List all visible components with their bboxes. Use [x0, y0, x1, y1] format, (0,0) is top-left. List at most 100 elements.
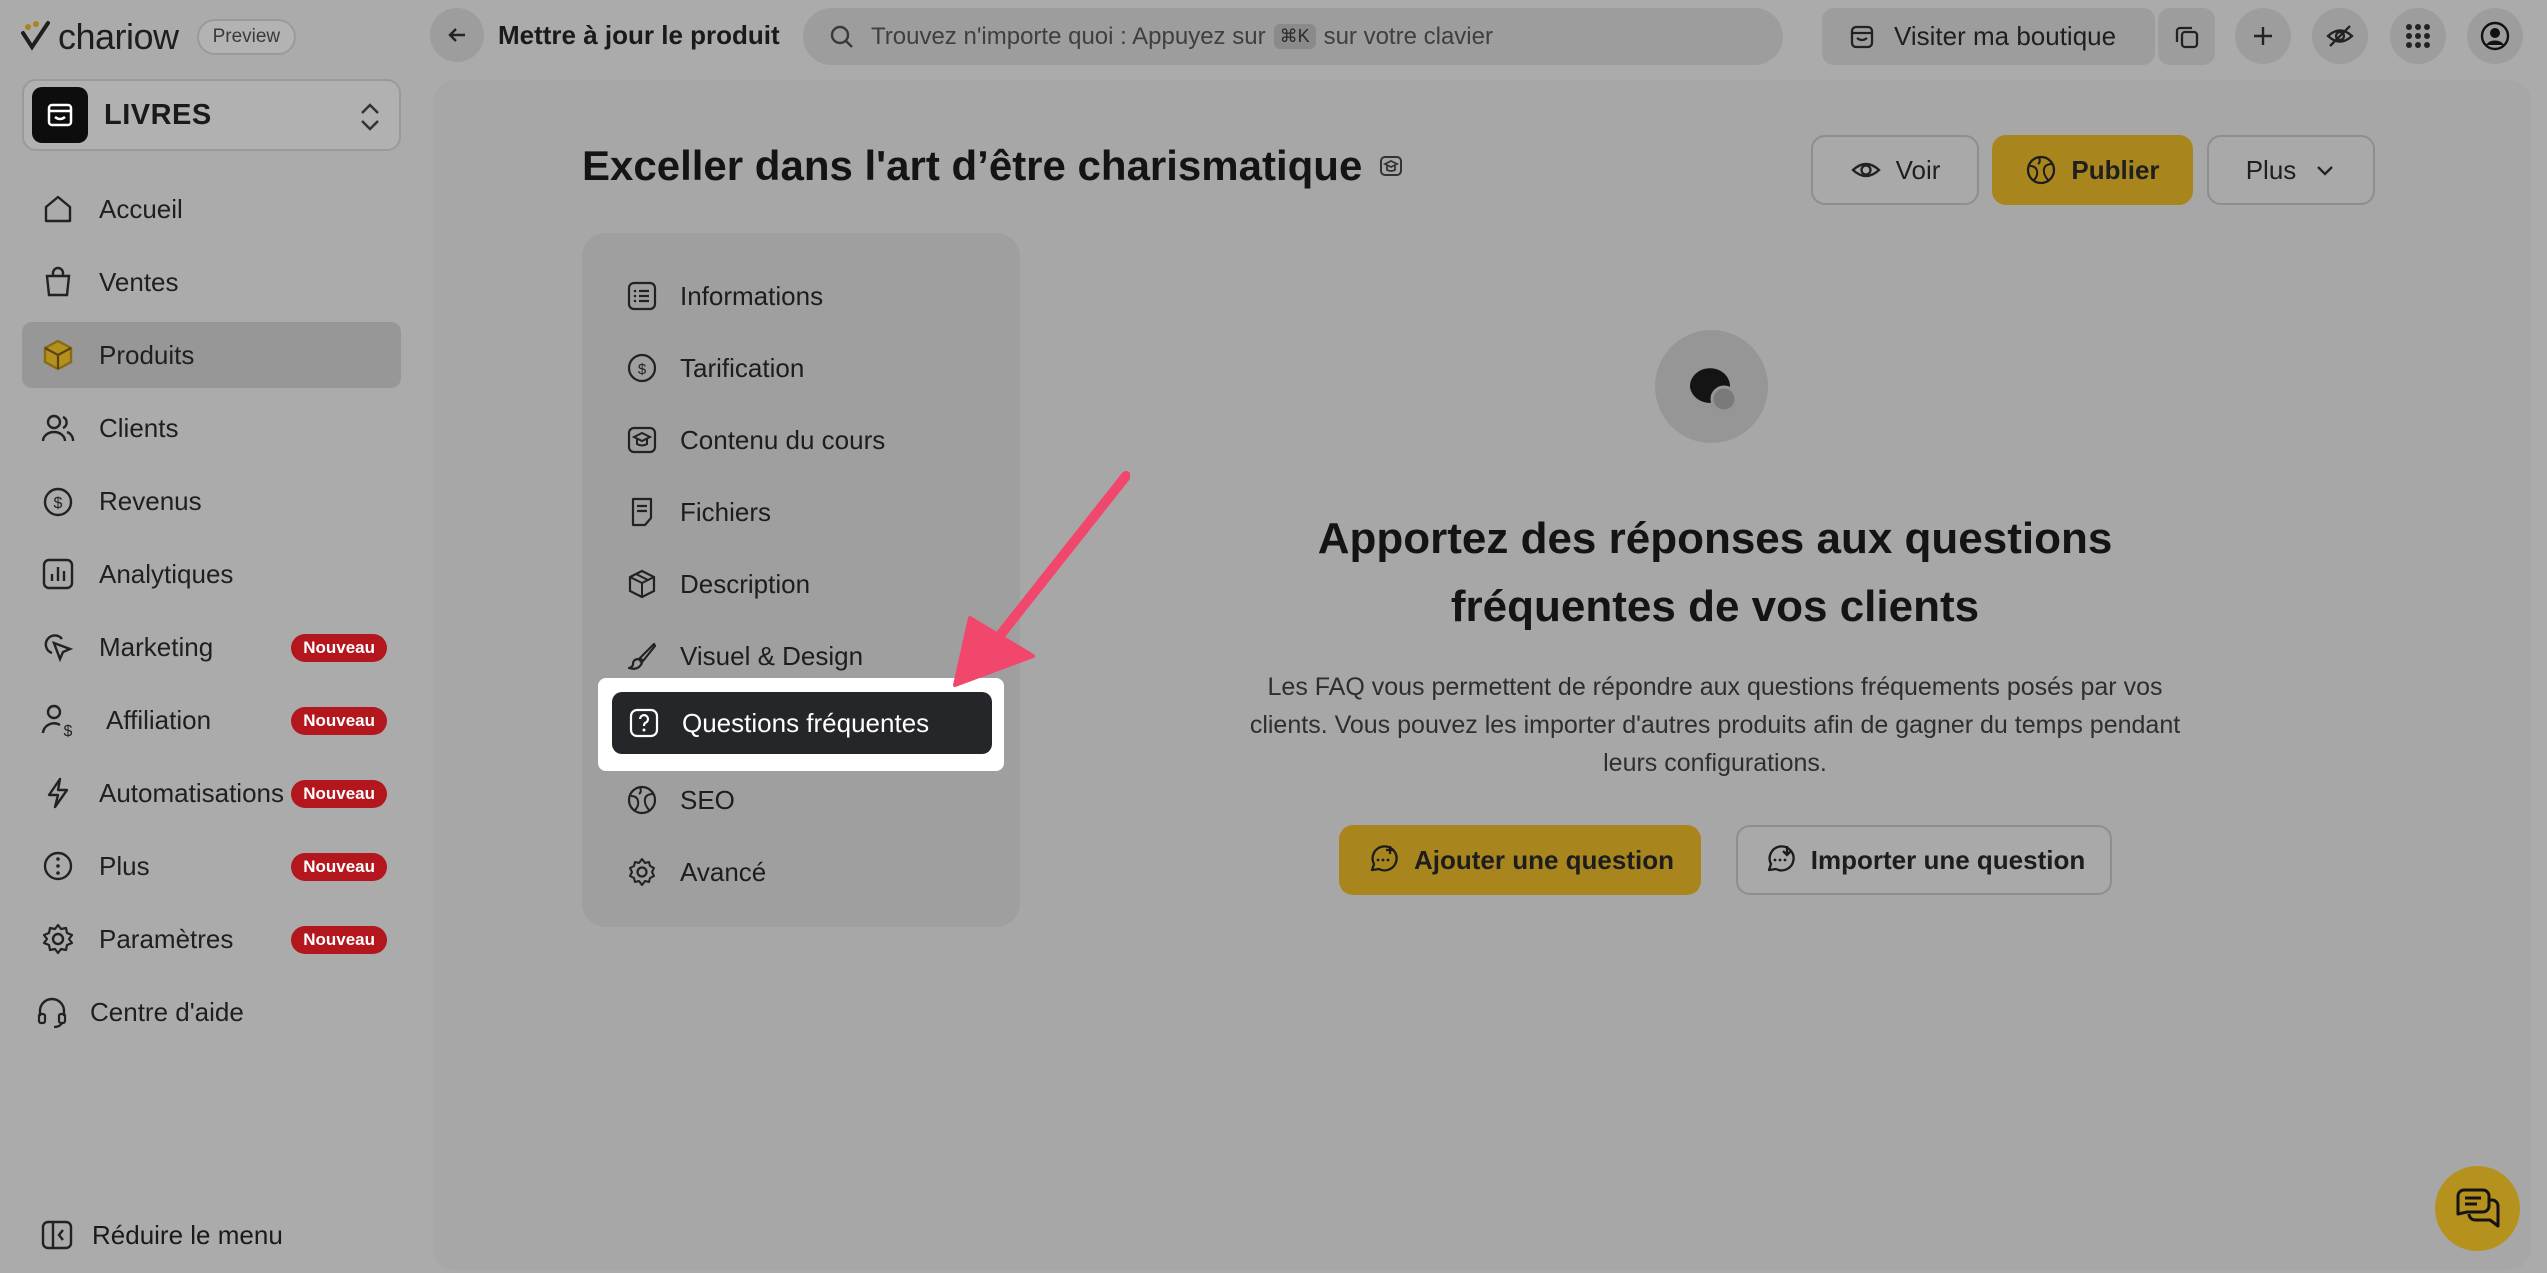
cursor-click-icon	[44, 634, 74, 663]
sidebar-item-label: Marketing	[99, 631, 214, 662]
tab-label: Description	[680, 568, 811, 599]
chat-import-icon	[1767, 845, 1795, 872]
sidebar-item-clients[interactable]: Clients	[22, 395, 401, 461]
sidebar-item-label: Analytiques	[99, 558, 234, 589]
search-placeholder-prefix: Trouvez n'importe quoi : Appuyez sur	[871, 22, 1266, 50]
store-avatar	[32, 87, 88, 143]
sidebar-item-automatisations[interactable]: Automatisations Nouveau	[22, 760, 401, 826]
empty-title-line: Apportez des réponses aux questions	[1317, 514, 2113, 563]
sidebar-item-analytiques[interactable]: Analytiques	[22, 541, 401, 607]
tab-label: Fichiers	[680, 496, 772, 527]
sidebar-item-label: Automatisations	[99, 777, 284, 808]
tab-avance[interactable]: Avancé	[610, 842, 993, 902]
globe-icon	[2027, 155, 2056, 185]
grid-dots-icon	[2406, 24, 2430, 48]
tab-informations[interactable]: Informations	[610, 266, 993, 326]
sidebar-item-label: Revenus	[99, 485, 202, 516]
new-badge: Nouveau	[291, 780, 387, 808]
user-dollar-icon: $	[41, 704, 73, 738]
user-account-button[interactable]	[2467, 8, 2523, 64]
svg-text:$: $	[638, 361, 647, 378]
tab-questions-frequentes[interactable]: Questions fréquentes	[612, 692, 992, 754]
svg-text:$: $	[54, 495, 63, 512]
sidebar-item-parametres[interactable]: Paramètres Nouveau	[22, 906, 401, 972]
sidebar-item-ventes[interactable]: Ventes	[22, 249, 401, 315]
sidebar-item-label: Centre d'aide	[90, 996, 244, 1027]
sidebar-item-accueil[interactable]: Accueil	[22, 176, 401, 242]
store-name: LIVRES	[104, 98, 212, 131]
store-icon	[47, 103, 73, 127]
sidebar-item-marketing[interactable]: Marketing Nouveau	[22, 614, 401, 680]
question-icon	[629, 708, 659, 738]
eye-off-icon	[2326, 25, 2354, 47]
sidebar-item-revenus[interactable]: $ Revenus	[22, 468, 401, 534]
sidebar-item-label: Paramètres	[99, 923, 234, 954]
more-circle-icon	[43, 851, 73, 881]
file-icon	[631, 497, 653, 527]
store-switcher[interactable]: LIVRES	[22, 79, 401, 151]
publish-button[interactable]: Publier	[1992, 135, 2193, 205]
preview-badge: Preview	[196, 19, 297, 55]
tab-tarification[interactable]: $ Tarification	[610, 338, 993, 398]
tab-seo[interactable]: SEO	[610, 770, 993, 830]
tab-label: Visuel & Design	[680, 640, 864, 671]
view-button[interactable]: Voir	[1811, 135, 1979, 205]
view-button-label: Voir	[1895, 154, 1941, 185]
add-question-button[interactable]: Ajouter une question	[1339, 825, 1701, 895]
brand-name: chariow	[58, 16, 179, 57]
shopping-bag-icon	[45, 266, 71, 297]
search-shortcut-kbd: ⌘K	[1273, 24, 1316, 49]
tab-label: Avancé	[680, 856, 767, 887]
tab-label: Informations	[680, 280, 824, 311]
list-icon	[627, 281, 657, 311]
dollar-circle-icon: $	[627, 353, 657, 383]
sidebar-item-plus[interactable]: Plus Nouveau	[22, 833, 401, 899]
visibility-toggle-button[interactable]	[2312, 8, 2368, 64]
course-type-icon	[1380, 156, 1403, 176]
sidebar-item-label: Plus	[99, 850, 150, 881]
back-button[interactable]	[430, 8, 484, 62]
sidebar-item-affiliation[interactable]: $ Affiliation Nouveau	[22, 687, 401, 753]
sidebar-item-centre-aide[interactable]: Centre d'aide	[22, 979, 401, 1045]
tab-label: Tarification	[680, 352, 805, 383]
empty-desc-line: Les FAQ vous permettent de répondre aux …	[1267, 673, 2163, 701]
users-icon	[41, 414, 75, 442]
empty-state-description: Les FAQ vous permettent de répondre aux …	[1225, 668, 2205, 782]
copy-link-button[interactable]	[2158, 8, 2215, 65]
new-badge: Nouveau	[291, 926, 387, 954]
box-icon	[628, 569, 656, 599]
apps-menu-button[interactable]	[2390, 8, 2446, 64]
add-button[interactable]	[2235, 8, 2291, 64]
support-chat-button[interactable]	[2435, 1166, 2520, 1251]
chariow-logo-icon	[21, 21, 50, 51]
import-question-button[interactable]: Importer une question	[1736, 825, 2112, 895]
store-icon	[1850, 25, 1874, 48]
brand-logo[interactable]: chariow Preview	[20, 16, 297, 58]
gear-icon	[629, 858, 655, 886]
home-icon	[44, 195, 72, 223]
visit-store-button[interactable]: Visiter ma boutique	[1822, 8, 2155, 65]
new-badge: Nouveau	[291, 634, 387, 662]
dollar-circle-icon: $	[43, 487, 73, 517]
collapse-menu-label: Réduire le menu	[92, 1219, 283, 1250]
publish-button-label: Publier	[2071, 154, 2160, 185]
collapse-menu-button[interactable]: Réduire le menu	[40, 1218, 283, 1252]
eye-icon	[1850, 162, 1881, 178]
chart-icon	[42, 558, 74, 590]
sidebar-item-label: Ventes	[99, 266, 179, 297]
lightning-icon	[47, 777, 69, 809]
sidebar-item-label: Accueil	[99, 193, 183, 224]
headset-icon	[37, 997, 67, 1029]
copy-icon	[2175, 26, 2198, 48]
chat-add-icon	[1370, 845, 1398, 872]
empty-title-line: fréquentes de vos clients	[1450, 582, 1980, 631]
empty-state-title: Apportez des réponses aux questions fréq…	[1265, 505, 2165, 641]
more-actions-label: Plus	[2245, 154, 2297, 185]
chat-support-icon	[2456, 1188, 2499, 1227]
brush-icon	[627, 642, 657, 670]
sidebar-item-label: Produits	[99, 339, 195, 370]
sidebar-item-produits[interactable]: Produits	[22, 322, 401, 388]
more-actions-button[interactable]: Plus	[2207, 135, 2375, 205]
search-bar[interactable]: Trouvez n'importe quoi : Appuyez sur ⌘K …	[803, 8, 1783, 65]
tab-contenu-du-cours[interactable]: Contenu du cours	[610, 410, 993, 470]
